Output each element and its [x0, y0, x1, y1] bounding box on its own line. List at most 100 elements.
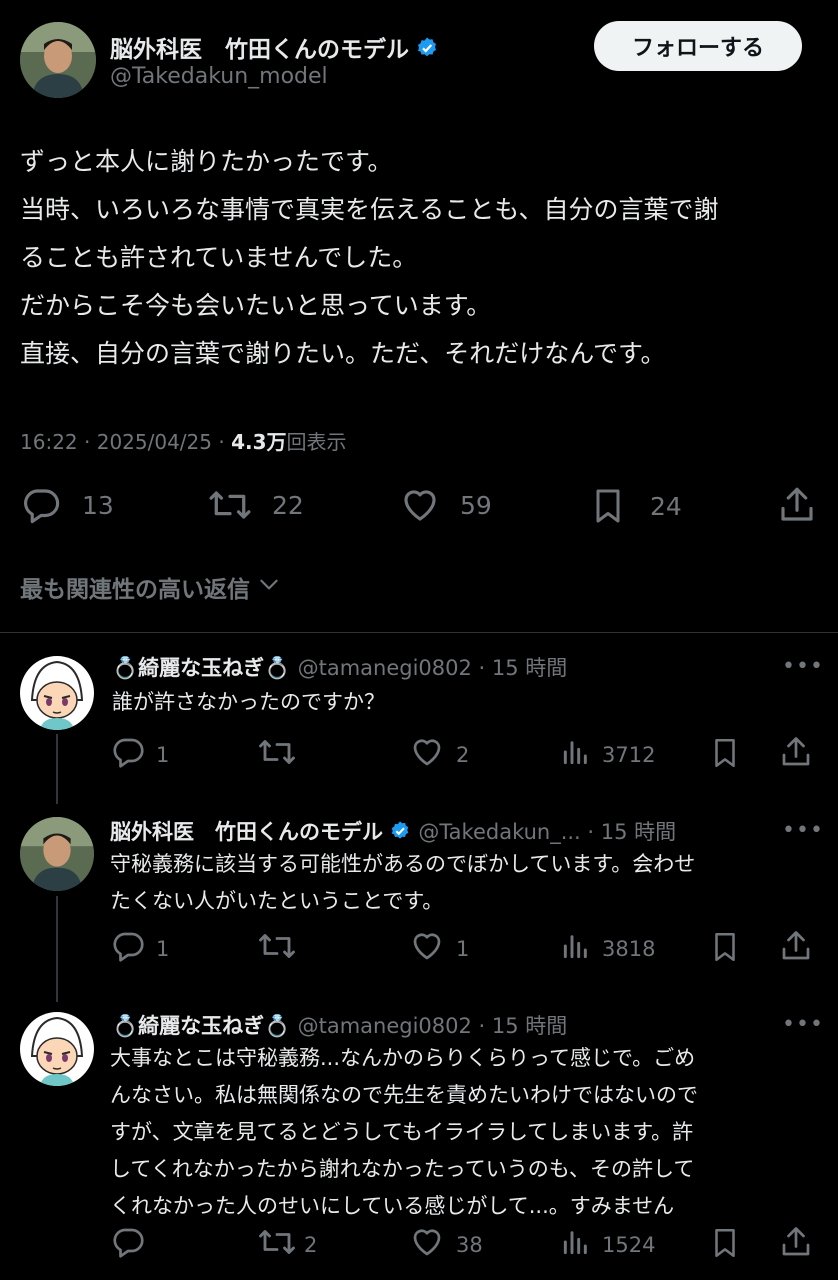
reply-button[interactable]: 1: [110, 928, 169, 969]
post-time[interactable]: 16:22: [20, 430, 78, 454]
repost-button[interactable]: [256, 928, 304, 969]
view-label: 回表示: [286, 430, 347, 454]
share-button[interactable]: [776, 484, 818, 526]
reply-text-line: たくない人がいたということです。: [110, 889, 444, 913]
post-text-line: ずっと本人に謝りたかったです。: [20, 147, 393, 176]
post-text-line: 直接、自分の言葉で謝りたい。ただ、それだけなんです。: [20, 339, 666, 368]
bookmark-count: 24: [650, 491, 682, 521]
repost-button[interactable]: 22: [206, 484, 304, 526]
reply-sort-selector[interactable]: 最も関連性の高い返信: [20, 570, 282, 604]
share-icon: [778, 928, 814, 969]
views-button[interactable]: 3712: [560, 734, 655, 775]
like-icon: [398, 484, 442, 526]
like-icon: [408, 1224, 446, 1265]
reply-item[interactable]: 脳外科医 竹田くんのモデル @Takedakun_... · 15 時間 •••…: [0, 800, 838, 1000]
bookmark-icon: [588, 484, 628, 528]
verified-icon: [415, 36, 439, 66]
view-count: 4.3万: [231, 430, 287, 454]
bookmark-icon: [708, 1224, 742, 1267]
reply-time[interactable]: 15 時間: [492, 656, 567, 680]
bookmark-button[interactable]: [708, 928, 742, 971]
reply-item[interactable]: 💍綺麗な玉ねぎ💍 @tamanegi0802 · 15 時間 ••• 誰が許さな…: [0, 636, 838, 816]
post-meta: 16:22 · 2025/04/25 · 4.3万回表示: [20, 430, 347, 454]
reply-author-handle[interactable]: @tamanegi0802: [298, 1014, 472, 1038]
bookmark-icon: [708, 928, 742, 971]
like-count: 59: [460, 490, 492, 520]
reply-text-line: 守秘義務に該当する可能性があるのでぼかしています。会わせ: [110, 852, 696, 876]
reply-button[interactable]: 13: [20, 484, 114, 526]
share-icon: [776, 484, 818, 526]
bookmark-button[interactable]: 24: [588, 484, 682, 528]
reply-avatar[interactable]: [20, 1012, 94, 1086]
reply-author-name[interactable]: 💍綺麗な玉ねぎ💍: [112, 1014, 290, 1038]
author-handle[interactable]: @Takedakun_model: [110, 64, 328, 89]
like-count: 2: [456, 742, 470, 767]
reply-author-handle[interactable]: @tamanegi0802: [298, 656, 472, 680]
reply-icon: [20, 484, 62, 526]
repost-button[interactable]: [256, 734, 304, 775]
views-button[interactable]: 1524: [560, 1224, 655, 1265]
reply-time[interactable]: 15 時間: [492, 1014, 567, 1038]
share-button[interactable]: [778, 734, 814, 775]
post-text-line: だからこそ今も会いたいと思っています。: [20, 291, 492, 320]
reply-count: 13: [82, 490, 114, 520]
reply-text-line: 大事なとこは守秘義務...なんかのらりくらりって感じで。ごめ: [110, 1046, 696, 1070]
post-text: ずっと本人に謝りたかったです。 当時、いろいろな事情で真実を伝えることも、自分の…: [20, 138, 820, 378]
views-button[interactable]: 3818: [560, 928, 655, 969]
thread-line: [56, 896, 58, 1002]
reply-time[interactable]: 15 時間: [601, 820, 676, 844]
repost-icon: [256, 928, 298, 969]
like-button[interactable]: 59: [398, 484, 492, 526]
bookmark-button[interactable]: [708, 734, 742, 777]
bookmark-button[interactable]: [708, 1224, 742, 1267]
reply-count: 1: [156, 742, 170, 767]
author-name[interactable]: 脳外科医 竹田くんのモデル: [110, 30, 439, 66]
reply-avatar[interactable]: [20, 656, 94, 730]
bookmark-icon: [708, 734, 742, 777]
view-count: 3712: [602, 742, 656, 767]
reply-count: 1: [156, 936, 170, 961]
views-icon: [560, 1224, 592, 1265]
author-avatar[interactable]: [20, 22, 96, 98]
reply-text: 大事なとこは守秘義務...なんかのらりくらりって感じで。ごめ んなさい。私は無関…: [110, 1040, 800, 1225]
reply-author-handle[interactable]: @Takedakun_...: [418, 820, 580, 844]
reply-button[interactable]: [110, 1224, 156, 1265]
more-icon[interactable]: •••: [782, 654, 824, 679]
reply-button[interactable]: 1: [110, 734, 169, 775]
like-button[interactable]: 1: [408, 928, 469, 969]
like-count: 1: [456, 936, 470, 961]
reply-text: 誰が許さなかったのですか？: [112, 684, 802, 721]
reply-author-name[interactable]: 💍綺麗な玉ねぎ💍: [112, 656, 290, 680]
repost-button[interactable]: 2: [256, 1224, 317, 1265]
reply-text: 守秘義務に該当する可能性があるのでぼかしています。会わせ たくない人がいたという…: [110, 846, 800, 920]
share-button[interactable]: [778, 1224, 814, 1265]
views-icon: [560, 928, 592, 969]
reply-text-line: んなさい。私は無関係なので先生を責めたいわけではないので: [110, 1083, 698, 1107]
share-button[interactable]: [778, 928, 814, 969]
repost-icon: [256, 734, 298, 775]
reply-item[interactable]: 💍綺麗な玉ねぎ💍 @tamanegi0802 · 15 時間 ••• 大事なとこ…: [0, 994, 838, 1280]
repost-count: 22: [272, 490, 304, 520]
view-count: 1524: [602, 1232, 656, 1257]
reply-text-line: くれなかった人のせいにしている感じがして...。すみません: [110, 1194, 675, 1218]
share-icon: [778, 1224, 814, 1265]
more-icon[interactable]: •••: [782, 1012, 824, 1037]
reply-icon: [110, 928, 146, 969]
like-button[interactable]: 38: [408, 1224, 483, 1265]
post-date[interactable]: 2025/04/25: [97, 430, 212, 454]
repost-count: 2: [304, 1232, 318, 1257]
more-icon[interactable]: •••: [782, 818, 824, 843]
reply-text-line: 誰が許さなかったのですか？: [112, 690, 385, 714]
like-count: 38: [456, 1232, 483, 1257]
thread-line: [56, 734, 58, 804]
views-icon: [560, 734, 592, 775]
share-icon: [778, 734, 814, 775]
like-icon: [408, 928, 446, 969]
chevron-down-icon: [256, 571, 282, 603]
reply-avatar[interactable]: [20, 817, 94, 891]
reply-icon: [110, 1224, 146, 1265]
repost-icon: [206, 484, 254, 526]
follow-button[interactable]: フォローする: [594, 21, 802, 71]
reply-author-name[interactable]: 脳外科医 竹田くんのモデル: [110, 820, 383, 844]
like-button[interactable]: 2: [408, 734, 469, 775]
